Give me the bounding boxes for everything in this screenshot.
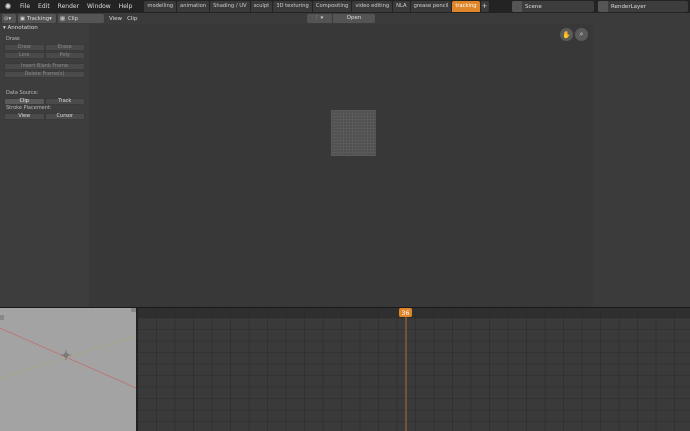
stroke-cursor-button[interactable]: Cursor	[44, 113, 85, 120]
view-mode-label: Clip	[68, 15, 79, 22]
data-source-toggle: Clip Track	[4, 98, 85, 105]
render-layer-label: RenderLayer	[611, 3, 646, 10]
line-button[interactable]: Line	[4, 52, 45, 59]
erase-button[interactable]: Erase	[44, 44, 85, 51]
tab-grease-pencil[interactable]: grease pencil	[410, 1, 452, 12]
tab-sculpt[interactable]: sculpt	[250, 1, 273, 12]
scene-selector[interactable]: Scene	[512, 1, 594, 12]
folder-icon[interactable]: 🗀▾	[307, 14, 332, 23]
stroke-placement-label: Stroke Placement:	[6, 105, 52, 111]
render-layer-selector[interactable]: RenderLayer	[598, 1, 688, 12]
blender-logo-icon[interactable]: ✺	[2, 1, 14, 13]
draw-row-1: Draw Erase	[4, 44, 85, 51]
tab-video-editing[interactable]: video editing	[352, 1, 393, 12]
annotation-panel-header[interactable]: ▾ Annotation	[0, 24, 89, 33]
menu-file[interactable]: File	[16, 0, 34, 13]
scene-label: Scene	[525, 3, 542, 10]
render-layer-icon	[598, 1, 608, 12]
poly-button[interactable]: Poly	[44, 52, 85, 59]
open-button[interactable]: Open	[333, 14, 375, 23]
data-source-track-button[interactable]: Track	[44, 98, 85, 105]
editor-type-icon: ⊙▾	[4, 15, 12, 22]
draw-label: Draw:	[6, 36, 21, 42]
menu-render[interactable]: Render	[54, 0, 83, 13]
tab-compositing[interactable]: Compositing	[312, 1, 352, 12]
editor-type-button[interactable]: ⊙▾	[2, 14, 16, 23]
insert-blank-frame-button[interactable]: Insert Blank Frame	[4, 63, 85, 70]
data-source-clip-button[interactable]: Clip	[4, 98, 45, 105]
tab-nla[interactable]: NLA	[393, 1, 410, 12]
dopesheet-grid: 36	[138, 308, 690, 431]
tab-3d-texturing[interactable]: 3D texturing	[273, 1, 312, 12]
clip-viewport[interactable]: ✋ ⌕	[89, 24, 593, 307]
tab-shading-uv[interactable]: Shading / UV	[210, 1, 250, 12]
tracking-dopesheet[interactable]: 36	[138, 308, 690, 431]
preview-corner-left	[0, 315, 4, 320]
right-region	[593, 24, 690, 307]
preview-area[interactable]	[0, 308, 136, 431]
timeline-ruler[interactable]	[138, 308, 690, 318]
hand-pan-icon[interactable]: ✋	[560, 28, 573, 41]
workspace-tabs: modelling animation Shading / UV sculpt …	[144, 1, 489, 12]
tool-sidebar: ▾ Annotation Draw: Draw Erase Line Poly …	[0, 24, 89, 307]
tracking-icon: ▣	[20, 15, 26, 22]
panel-title: Annotation	[7, 25, 38, 31]
preview-graph	[0, 308, 136, 389]
menu-help[interactable]: Help	[115, 0, 137, 13]
menu-edit[interactable]: Edit	[34, 0, 54, 13]
current-frame-label: 36	[402, 310, 410, 317]
open-clip-group: 🗀▾ Open	[307, 14, 375, 23]
tab-modelling[interactable]: modelling	[144, 1, 177, 12]
empty-clip-frame	[331, 110, 376, 156]
preview-red-line	[0, 327, 136, 389]
top-bar: ✺ File Edit Render Window Help modelling…	[0, 0, 690, 13]
chevron-down-icon: ▾	[49, 15, 52, 22]
tab-tracking[interactable]: tracking	[452, 1, 480, 12]
main-menu: File Edit Render Window Help	[16, 0, 136, 13]
mode-label: Tracking	[27, 15, 50, 22]
stroke-placement-toggle: View Cursor	[4, 113, 85, 120]
add-workspace-button[interactable]: +	[480, 1, 489, 12]
stroke-view-button[interactable]: View	[4, 113, 45, 120]
draw-row-2: Line Poly	[4, 52, 85, 59]
draw-button[interactable]: Draw	[4, 44, 45, 51]
mode-dropdown[interactable]: ▣ Tracking ▾	[18, 14, 56, 23]
zoom-icon[interactable]: ⌕	[575, 28, 588, 41]
tab-animation[interactable]: animation	[177, 1, 210, 12]
scene-icon	[512, 1, 522, 12]
clip-icon: ▦	[60, 15, 66, 22]
menu-clip[interactable]: Clip	[127, 16, 137, 22]
delete-frames-button[interactable]: Delete Frame(s)	[4, 71, 85, 78]
data-source-label: Data Source:	[6, 90, 39, 96]
clip-editor-header: ⊙▾ ▣ Tracking ▾ ▦ Clip View Clip 🗀▾ Open	[0, 13, 690, 24]
menu-window[interactable]: Window	[83, 0, 115, 13]
preview-yellow-line	[0, 335, 136, 379]
menu-view[interactable]: View	[109, 16, 122, 22]
view-mode-dropdown[interactable]: ▦ Clip	[58, 14, 104, 23]
